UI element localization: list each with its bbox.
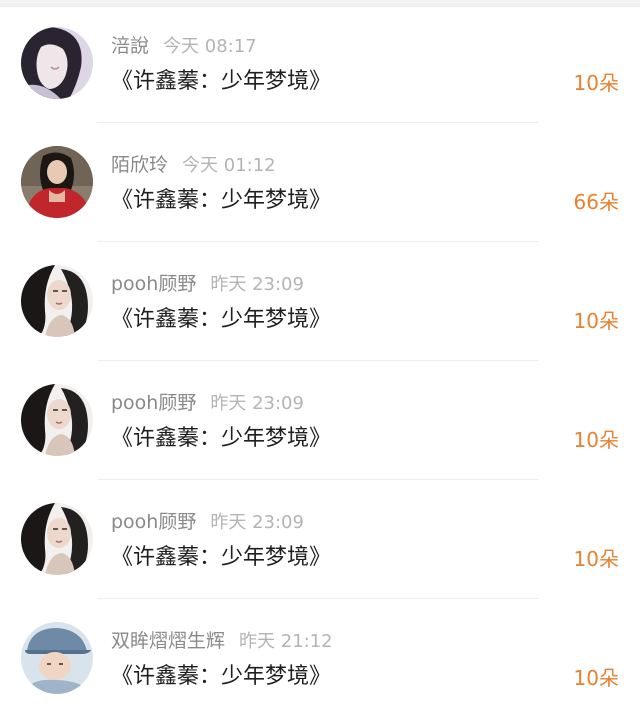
user-name[interactable]: pooh顾野 [111,273,196,295]
gift-count: 10朵 [573,666,619,690]
avatar[interactable] [21,27,93,99]
gift-count: 10朵 [573,547,619,571]
gift-title: 《许鑫蓁：少年梦境》 [111,545,332,570]
record-meta: 涪說 今天 08:17 [111,33,257,59]
avatar-girl-dark-hair-icon [21,265,93,337]
avatar[interactable] [21,265,93,337]
list-item[interactable]: pooh顾野 昨天 23:09 《许鑫蓁：少年梦境》 10朵 [0,357,640,480]
gift-count: 10朵 [573,71,619,95]
record-meta: 双眸熠熠生辉 昨天 21:12 [111,628,333,654]
record-meta: pooh顾野 昨天 23:09 [111,271,304,297]
timestamp: 今天 08:17 [163,36,257,57]
gift-title: 《许鑫蓁：少年梦境》 [111,188,332,213]
list-item[interactable]: pooh顾野 昨天 23:09 《许鑫蓁：少年梦境》 10朵 [0,238,640,361]
user-name[interactable]: 涪說 [111,35,149,57]
user-name[interactable]: pooh顾野 [111,511,196,533]
avatar[interactable] [21,384,93,456]
list-item[interactable]: 双眸熠熠生辉 昨天 21:12 《许鑫蓁：少年梦境》 10朵 [0,595,640,714]
timestamp: 昨天 21:12 [239,631,333,652]
avatar-girl-red-jacket-icon [21,146,93,218]
list-item[interactable]: 陌欣玲 今天 01:12 《许鑫蓁：少年梦境》 66朵 [0,119,640,242]
gift-count: 10朵 [573,309,619,333]
user-name[interactable]: 双眸熠熠生辉 [111,630,225,652]
gift-count: 10朵 [573,428,619,452]
gift-count: 66朵 [573,190,619,214]
timestamp: 今天 01:12 [182,155,276,176]
timestamp: 昨天 23:09 [210,512,304,533]
gift-title: 《许鑫蓁：少年梦境》 [111,69,332,94]
avatar-girl-side-profile-icon [21,27,93,99]
gift-title: 《许鑫蓁：少年梦境》 [111,426,332,451]
record-meta: pooh顾野 昨天 23:09 [111,390,304,416]
user-name[interactable]: 陌欣玲 [111,154,168,176]
avatar-girl-dark-hair-icon [21,384,93,456]
list-item[interactable]: 涪說 今天 08:17 《许鑫蓁：少年梦境》 10朵 [0,0,640,123]
avatar[interactable] [21,622,93,694]
user-name[interactable]: pooh顾野 [111,392,196,414]
gift-title: 《许鑫蓁：少年梦境》 [111,307,332,332]
timestamp: 昨天 23:09 [210,393,304,414]
record-meta: pooh顾野 昨天 23:09 [111,509,304,535]
avatar-boy-cap-icon [21,622,93,694]
gift-title: 《许鑫蓁：少年梦境》 [111,664,332,689]
record-meta: 陌欣玲 今天 01:12 [111,152,276,178]
avatar-girl-dark-hair-icon [21,503,93,575]
list-item[interactable]: pooh顾野 昨天 23:09 《许鑫蓁：少年梦境》 10朵 [0,476,640,599]
timestamp: 昨天 23:09 [210,274,304,295]
avatar[interactable] [21,503,93,575]
avatar[interactable] [21,146,93,218]
